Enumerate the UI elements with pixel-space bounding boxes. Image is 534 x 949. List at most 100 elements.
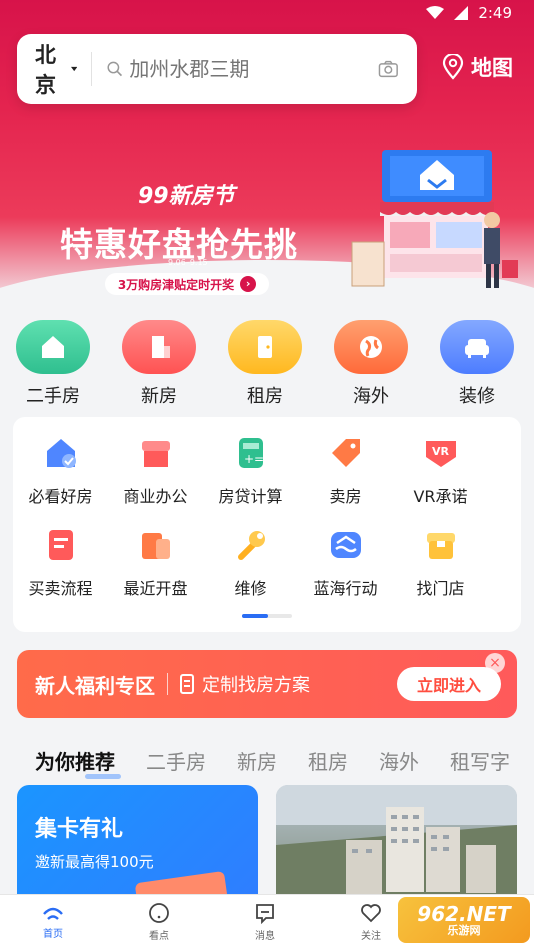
tab-second-hand[interactable]: 二手房 — [146, 746, 206, 775]
document-list-icon — [180, 674, 194, 694]
tag-icon — [328, 435, 364, 471]
service-find-store[interactable]: 找门店 — [393, 527, 488, 619]
service-process[interactable]: 买卖流程 — [13, 527, 108, 619]
svg-text:VR: VR — [432, 445, 450, 458]
sofa-icon — [440, 320, 514, 374]
promo-subtitle: 定制找房方案 — [202, 675, 310, 696]
globe-icon — [334, 320, 408, 374]
card-property-photo[interactable] — [276, 785, 517, 905]
service-home-more[interactable]: 家 — [488, 527, 521, 619]
building-icon — [122, 320, 196, 374]
main-category-nav: 二手房 新房 租房 海外 装修 — [0, 320, 534, 408]
banner-cta[interactable]: 3万购房津贴定时开奖 › — [105, 273, 269, 295]
bottom-tab-label: 关注 — [361, 931, 381, 942]
map-label: 地图 — [471, 56, 513, 80]
map-button[interactable]: 地图 — [441, 52, 513, 82]
page-indicator — [242, 614, 292, 618]
key-icon — [518, 435, 522, 471]
nav-rent[interactable]: 租房 — [212, 320, 318, 408]
nav-label: 装修 — [459, 386, 495, 407]
banner-dates: 9.06–9.15 — [168, 258, 208, 267]
feed-tabs: 为你推荐 二手房 新房 租房 海外 租写字 — [35, 746, 510, 779]
home-icon — [518, 527, 522, 563]
building-photo — [276, 785, 517, 905]
nav-label: 租房 — [247, 386, 283, 407]
service-vr[interactable]: VR VR承诺 — [393, 435, 488, 527]
card-collect-reward[interactable]: 集卡有礼 邀新最高得100元 — [17, 785, 258, 905]
service-sell[interactable]: 卖房 — [298, 435, 393, 527]
svg-text:+=: += — [244, 452, 264, 466]
city-selector[interactable]: 北京 — [17, 39, 77, 99]
service-blue-ocean[interactable]: 蓝海行动 — [298, 527, 393, 619]
caret-down-icon — [70, 66, 77, 72]
enter-now-button[interactable]: 立即进入 — [397, 667, 501, 701]
watermark-logo: 962.NET 乐游网 — [398, 897, 530, 943]
heart-icon — [361, 904, 381, 923]
service-label: 最近开盘 — [123, 579, 188, 598]
status-time: 2:49 — [478, 4, 512, 22]
storefront-icon — [138, 435, 174, 471]
watermark-text: 962.NET — [417, 901, 511, 926]
camera-icon[interactable] — [378, 57, 399, 81]
bottom-tab-discover[interactable]: 看点 — [106, 895, 212, 949]
vr-icon: VR — [423, 435, 459, 471]
tab-rent[interactable]: 租房 — [308, 746, 348, 775]
festival-logo: 99新房节 — [138, 184, 235, 209]
tab-office-rent[interactable]: 租写字 — [450, 746, 510, 775]
service-grid-card: 必看好房 商业办公 += 房贷计算 卖房 VR VR承诺 租 — [13, 417, 521, 632]
card-subtitle: 邀新最高得100元 — [35, 853, 154, 871]
nav-decoration[interactable]: 装修 — [424, 320, 530, 408]
bottom-tab-home[interactable]: 首页 — [0, 895, 106, 949]
nav-label: 海外 — [353, 386, 389, 407]
storefront-illustration — [351, 150, 518, 288]
wave-icon — [328, 527, 364, 563]
tab-overseas[interactable]: 海外 — [379, 746, 419, 775]
service-label: 买卖流程 — [28, 579, 93, 598]
nav-new-home[interactable]: 新房 — [106, 320, 212, 408]
map-pin-icon — [442, 54, 464, 80]
tab-recommend[interactable]: 为你推荐 — [35, 746, 121, 779]
wrench-icon — [233, 527, 269, 563]
service-label: 必看好房 — [28, 487, 93, 506]
nav-label: 新房 — [141, 386, 177, 407]
watermark-sub: 乐游网 — [447, 923, 481, 937]
service-mortgage[interactable]: += 房贷计算 — [203, 435, 298, 527]
document-icon — [43, 527, 79, 563]
bottom-tab-label: 看点 — [149, 931, 169, 942]
tab-new-home[interactable]: 新房 — [237, 746, 277, 775]
bottom-tab-label: 消息 — [255, 931, 275, 942]
service-commercial[interactable]: 商业办公 — [108, 435, 203, 527]
status-bar: 2:49 — [426, 4, 512, 22]
service-label: 卖房 — [329, 487, 362, 506]
arrow-right-icon: › — [240, 276, 257, 292]
house-check-icon — [43, 435, 79, 471]
bottom-tab-label: 首页 — [43, 929, 63, 940]
city-label: 北京 — [35, 43, 56, 97]
search-bar[interactable]: 北京 — [17, 34, 417, 104]
promo-title: 新人福利专区 — [35, 673, 155, 698]
shop-box-icon — [423, 527, 459, 563]
service-repair[interactable]: 维修 — [203, 527, 298, 619]
wifi-icon — [426, 6, 445, 19]
message-icon — [256, 904, 274, 924]
search-input[interactable] — [129, 57, 379, 81]
service-label: VR承诺 — [413, 487, 468, 506]
service-label: 蓝海行动 — [313, 579, 378, 598]
service-label: 维修 — [234, 579, 267, 598]
promo-divider — [167, 673, 168, 695]
home-icon — [43, 907, 63, 920]
service-rent-more[interactable]: 租 — [488, 435, 521, 527]
service-label: 房贷计算 — [218, 487, 283, 506]
newcomer-promo-banner[interactable]: 新人福利专区 定制找房方案 立即进入 × — [17, 650, 517, 718]
banner-cta-label: 3万购房津贴定时开奖 — [117, 277, 235, 292]
chat-bubble-icon — [149, 903, 169, 923]
close-icon[interactable]: × — [485, 653, 505, 673]
door-icon — [228, 320, 302, 374]
service-recent-open[interactable]: 最近开盘 — [108, 527, 203, 619]
service-must-see[interactable]: 必看好房 — [13, 435, 108, 527]
nav-overseas[interactable]: 海外 — [318, 320, 424, 408]
nav-second-hand[interactable]: 二手房 — [0, 320, 106, 408]
bottom-tab-messages[interactable]: 消息 — [212, 895, 318, 949]
card-title: 集卡有礼 — [35, 817, 124, 842]
signal-icon — [454, 6, 469, 20]
